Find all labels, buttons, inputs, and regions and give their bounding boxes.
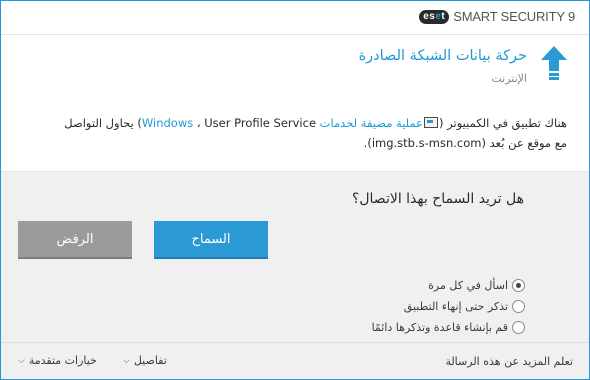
advanced-label: خيارات متقدمة <box>28 354 97 367</box>
deny-button[interactable]: الرفض <box>18 221 132 257</box>
eset-logo: eset <box>419 9 450 24</box>
remember-options: اسأل في كل مرة تذكر حتى إنهاء التطبيق قم… <box>372 275 525 338</box>
question-text: هل تريد السماح بهذا الاتصال؟ <box>351 191 524 207</box>
option-label: تذكر حتى إنهاء التطبيق <box>403 300 508 313</box>
advanced-options-toggle[interactable]: خيارات متقدمة ⌵ <box>18 354 97 367</box>
radio-button[interactable] <box>512 279 525 292</box>
alert-message: هناك تطبيق في الكمبيوتر (عملية مضيفة لخد… <box>27 113 567 153</box>
message-part3: مع موقع عن بُعد (img.stb.s-msn.com). <box>363 136 567 150</box>
brand-name: SMART SECURITY 9 <box>453 9 575 24</box>
alert-title: حركة بيانات الشبكة الصادرة <box>358 48 527 64</box>
radio-button[interactable] <box>512 321 525 334</box>
learn-more-link[interactable]: تعلم المزيد عن هذه الرسالة <box>445 355 573 368</box>
footer: تعلم المزيد عن هذه الرسالة تفاصيل ⌵ خيار… <box>1 342 589 379</box>
option-label: اسأل في كل مرة <box>428 279 508 292</box>
application-icon <box>424 117 438 128</box>
option-remember-until-exit[interactable]: تذكر حتى إنهاء التطبيق <box>372 296 525 317</box>
message-part1: هناك تطبيق في الكمبيوتر ( <box>439 116 567 130</box>
title-bar: eset SMART SECURITY 9 <box>1 1 589 34</box>
option-create-rule[interactable]: قم بإنشاء قاعدة وتذكرها دائمًا <box>372 317 525 338</box>
alert-header: حركة بيانات الشبكة الصادرة الإنترنت <box>1 34 589 101</box>
chevron-down-icon: ⌵ <box>18 355 25 366</box>
alert-subtitle: الإنترنت <box>491 72 527 85</box>
brand: eset SMART SECURITY 9 <box>419 9 575 24</box>
chevron-down-icon: ⌵ <box>123 355 130 366</box>
details-label: تفاصيل <box>133 354 167 367</box>
radio-button[interactable] <box>512 300 525 313</box>
allow-button[interactable]: السماح <box>154 221 268 257</box>
option-label: قم بإنشاء قاعدة وتذكرها دائمًا <box>371 321 508 334</box>
eset-alert-window: eset SMART SECURITY 9 حركة بيانات الشبكة… <box>0 0 590 380</box>
details-toggle[interactable]: تفاصيل ⌵ <box>123 354 167 367</box>
action-panel: هل تريد السماح بهذا الاتصال؟ السماح الرف… <box>1 171 589 342</box>
up-arrow-icon <box>541 46 567 80</box>
option-ask-every-time[interactable]: اسأل في كل مرة <box>372 275 525 296</box>
